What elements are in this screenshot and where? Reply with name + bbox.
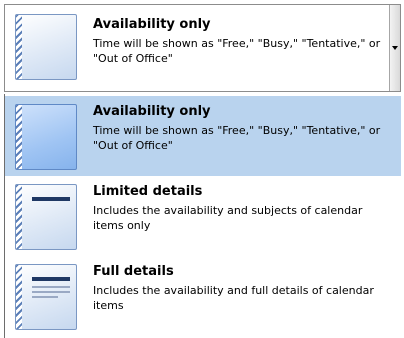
availability-only-icon xyxy=(15,104,77,170)
option-full-details[interactable]: Full details Includes the availability a… xyxy=(5,256,401,336)
chevron-down-icon xyxy=(392,46,398,50)
details-combo-box[interactable]: Availability only Time will be shown as … xyxy=(4,4,401,92)
details-dropdown-list: Availability only Time will be shown as … xyxy=(4,94,401,338)
availability-only-icon xyxy=(15,14,77,80)
limited-details-icon xyxy=(15,184,77,250)
option-description: Includes the availability and full detai… xyxy=(93,284,374,312)
option-availability-only[interactable]: Availability only Time will be shown as … xyxy=(5,96,401,176)
option-description: Includes the availability and subjects o… xyxy=(93,204,363,232)
option-title: Availability only xyxy=(93,104,211,119)
option-limited-details[interactable]: Limited details Includes the availabilit… xyxy=(5,176,401,256)
option-description: Time will be shown as "Free," "Busy," "T… xyxy=(93,124,381,152)
option-title: Full details xyxy=(93,264,174,279)
combo-current-value[interactable]: Availability only Time will be shown as … xyxy=(5,5,391,91)
full-details-icon xyxy=(15,264,77,330)
combo-option-description: Time will be shown as "Free," "Busy," "T… xyxy=(93,37,381,65)
dropdown-arrow-button[interactable] xyxy=(389,5,400,91)
option-title: Limited details xyxy=(93,184,203,199)
combo-option-title: Availability only xyxy=(93,17,211,32)
